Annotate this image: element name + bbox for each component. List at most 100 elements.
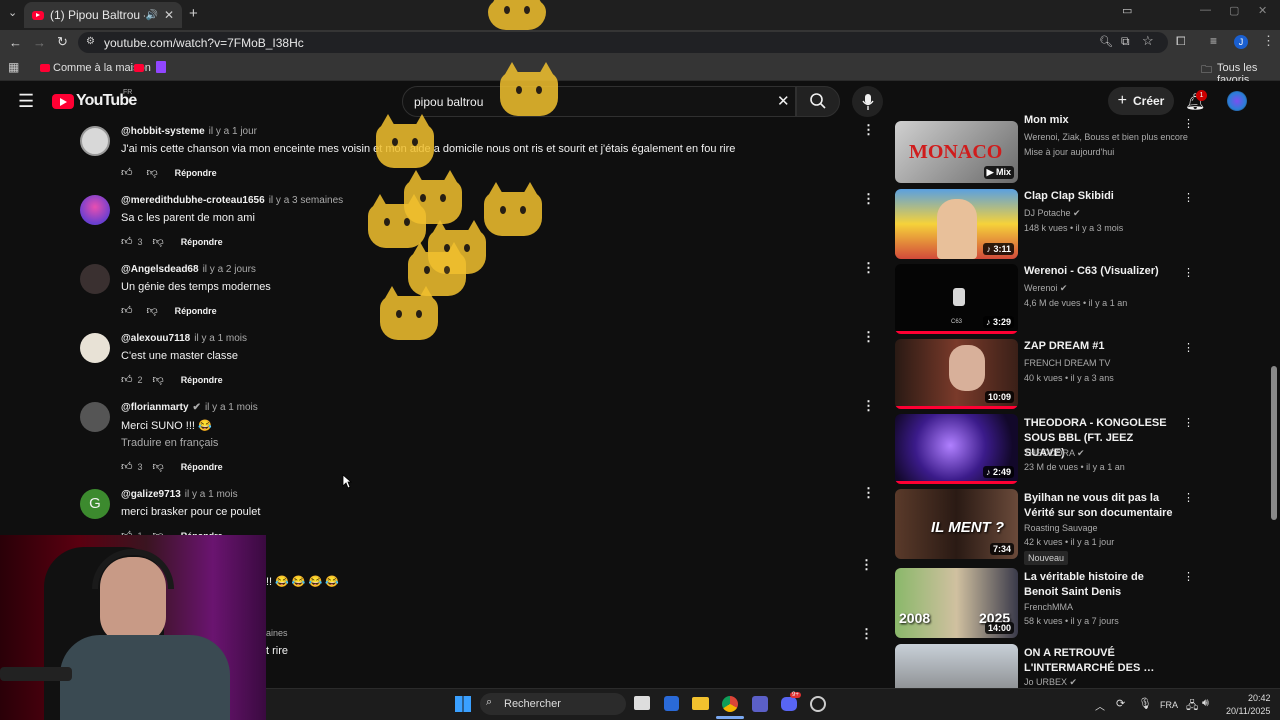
recommendation-card[interactable]: ♪ 3:11 Clap Clap Skibidi DJ Potache ✔ 14… xyxy=(895,189,1194,259)
reply-button[interactable]: Répondre xyxy=(181,375,223,385)
like-icon[interactable]: 👍︎ xyxy=(121,304,133,317)
star-icon[interactable]: ☆ xyxy=(1142,33,1154,49)
new-tab-button[interactable]: + xyxy=(189,5,198,22)
video-channel[interactable]: FrenchMMA xyxy=(1024,602,1073,612)
youtube-bookmark-2-icon[interactable] xyxy=(134,64,144,72)
reading-list-icon[interactable]: ≡ xyxy=(1210,34,1217,48)
clear-search-icon[interactable]: ✕ xyxy=(777,92,790,110)
comment-author[interactable]: @florianmarty ✔ il y a 1 mois xyxy=(121,402,258,413)
kebab-icon[interactable]: ⋮ xyxy=(1183,491,1194,504)
like-icon[interactable]: 👍︎ xyxy=(121,373,133,386)
video-channel[interactable]: Roasting Sauvage xyxy=(1024,523,1098,533)
video-thumbnail[interactable]: 10:09 xyxy=(895,339,1018,409)
zoom-icon[interactable]: 🔍︎ xyxy=(1099,35,1113,48)
url-text[interactable]: youtube.com/watch?v=7FMoB_I38Hc xyxy=(104,36,304,50)
discord-icon[interactable] xyxy=(781,697,797,711)
video-thumbnail[interactable]: MONACO ▶ Mix xyxy=(895,121,1018,183)
video-title[interactable]: Byilhan ne vous dit pas la Vérité sur so… xyxy=(1024,491,1176,521)
avatar[interactable]: G xyxy=(80,489,110,519)
mic-icon[interactable] xyxy=(861,93,875,111)
reply-button[interactable]: Répondre xyxy=(181,462,223,472)
volume-icon[interactable]: 🔊︎ xyxy=(1202,697,1209,710)
dislike-icon[interactable]: 👎︎ xyxy=(153,235,164,248)
extensions-icon[interactable]: ⧠ xyxy=(1176,34,1186,49)
avatar[interactable] xyxy=(80,126,110,156)
kebab-icon[interactable]: ⋮ xyxy=(860,626,873,642)
recommendation-card[interactable]: 2008 2025 14:00 La véritable histoire de… xyxy=(895,568,1194,638)
create-button[interactable]: + Créer xyxy=(1108,87,1174,115)
chrome-icon[interactable] xyxy=(722,696,738,712)
video-thumbnail[interactable]: ♪ 2:49 xyxy=(895,414,1018,484)
kebab-icon[interactable]: ⋮ xyxy=(862,330,875,343)
language-indicator[interactable]: FRA xyxy=(1160,700,1178,710)
cast-icon[interactable]: ▭ xyxy=(1122,4,1132,17)
video-channel[interactable]: THEODORA ✔ xyxy=(1024,448,1085,459)
video-channel[interactable]: Jo URBEX ✔ xyxy=(1024,677,1077,688)
kebab-icon[interactable]: ⋮ xyxy=(1183,646,1185,659)
avatar[interactable] xyxy=(80,333,110,363)
kebab-icon[interactable]: ⋮ xyxy=(862,399,875,412)
taskbar-search[interactable]: ⌕ Rechercher xyxy=(480,693,626,715)
kebab-icon[interactable]: ⋮ xyxy=(862,123,875,136)
recommendation-card[interactable]: MONACO ▶ Mix Mon mix Werenoi, Ziak, Bous… xyxy=(895,113,1194,183)
mic-tray-icon[interactable]: 🎙︎ xyxy=(1138,697,1152,710)
video-title[interactable]: La véritable histoire de Benoit Saint De… xyxy=(1024,570,1176,600)
kebab-icon[interactable]: ⋮ xyxy=(1183,416,1194,429)
recommendation-card[interactable]: ON A RETROUVÉ L'INTERMARCHÉ DES … Jo URB… xyxy=(895,644,1185,688)
chevron-up-icon[interactable]: ︿ xyxy=(1095,698,1105,713)
minimize-button[interactable]: — xyxy=(1200,4,1211,16)
install-icon[interactable]: ⧉ xyxy=(1121,34,1130,49)
account-avatar[interactable] xyxy=(1227,91,1247,111)
search-input[interactable]: pipou baltrou xyxy=(414,95,483,109)
video-channel[interactable]: DJ Potache ✔ xyxy=(1024,208,1081,219)
reply-button[interactable]: Répondre xyxy=(175,306,217,316)
recommendation-card[interactable]: IL MENT ? 7:34 Byilhan ne vous dit pas l… xyxy=(895,489,1194,565)
profile-avatar[interactable]: J xyxy=(1234,35,1248,49)
video-title[interactable]: Werenoi - C63 (Visualizer) xyxy=(1024,264,1176,279)
video-channel[interactable]: Werenoi ✔ xyxy=(1024,283,1067,294)
comment-author[interactable]: @alexouu7118 il y a 1 mois xyxy=(121,333,247,344)
menu-icon[interactable]: ☰ xyxy=(18,92,34,110)
translate-link[interactable]: Traduire en français xyxy=(121,437,218,449)
apps-icon[interactable]: ▦ xyxy=(8,60,19,74)
video-title[interactable]: Mon mix xyxy=(1024,113,1176,123)
recommendation-card[interactable]: ♪ 2:49 THEODORA - KONGOLESE SOUS BBL (FT… xyxy=(895,414,1194,484)
clock-time[interactable]: 20:42 xyxy=(1248,693,1271,703)
tab-list-icon[interactable]: ⌄ xyxy=(8,6,17,19)
video-channel[interactable]: FRENCH DREAM TV xyxy=(1024,358,1110,368)
task-view-icon[interactable] xyxy=(634,696,650,710)
search-icon[interactable] xyxy=(809,92,827,110)
dislike-icon[interactable]: 👎︎ xyxy=(147,304,158,317)
kebab-icon[interactable]: ⋮ xyxy=(1183,117,1194,130)
video-title[interactable]: Clap Clap Skibidi xyxy=(1024,189,1176,204)
twitch-bookmark-icon[interactable] xyxy=(156,61,166,73)
site-info-icon[interactable]: ⚙ xyxy=(86,36,95,47)
reply-button[interactable]: Répondre xyxy=(181,237,223,247)
kebab-icon[interactable]: ⋮ xyxy=(860,557,873,573)
page-scrollbar[interactable] xyxy=(1271,366,1277,520)
tab-close-icon[interactable]: ✕ xyxy=(164,8,174,22)
like-icon[interactable]: 👍︎ xyxy=(121,166,133,179)
browser-menu-icon[interactable]: ⋮ xyxy=(1262,33,1275,49)
dislike-icon[interactable]: 👎︎ xyxy=(147,166,158,179)
like-icon[interactable]: 👍︎ xyxy=(121,460,133,473)
like-icon[interactable]: 👍︎ xyxy=(121,235,133,248)
comment-author[interactable]: @hobbit-systeme il y a 1 jour xyxy=(121,126,257,137)
comment-author[interactable]: @meredithdubhe-croteau1656 il y a 3 semai… xyxy=(121,195,343,206)
video-thumbnail[interactable]: IL MENT ? 7:34 xyxy=(895,489,1018,559)
dislike-icon[interactable]: 👎︎ xyxy=(153,373,164,386)
avatar[interactable] xyxy=(80,402,110,432)
video-channel[interactable]: Werenoi, Ziak, Bouss et bien plus encore xyxy=(1024,132,1188,142)
reply-button[interactable]: Répondre xyxy=(175,168,217,178)
speaker-icon[interactable]: 🔊 xyxy=(145,10,157,21)
windows-icon[interactable] xyxy=(455,696,471,712)
recommendation-card[interactable]: 10:09 ZAP DREAM #1 FRENCH DREAM TV 40 k … xyxy=(895,339,1194,409)
avatar[interactable] xyxy=(80,195,110,225)
forward-icon[interactable]: → xyxy=(33,35,46,50)
video-thumbnail[interactable]: ♪ 3:11 xyxy=(895,189,1018,259)
reload-icon[interactable]: ↻ xyxy=(57,34,68,50)
window-close-button[interactable]: ✕ xyxy=(1258,4,1267,17)
kebab-icon[interactable]: ⋮ xyxy=(1183,341,1194,354)
clock-date[interactable]: 20/11/2025 xyxy=(1226,706,1270,716)
kebab-icon[interactable]: ⋮ xyxy=(1183,266,1194,279)
